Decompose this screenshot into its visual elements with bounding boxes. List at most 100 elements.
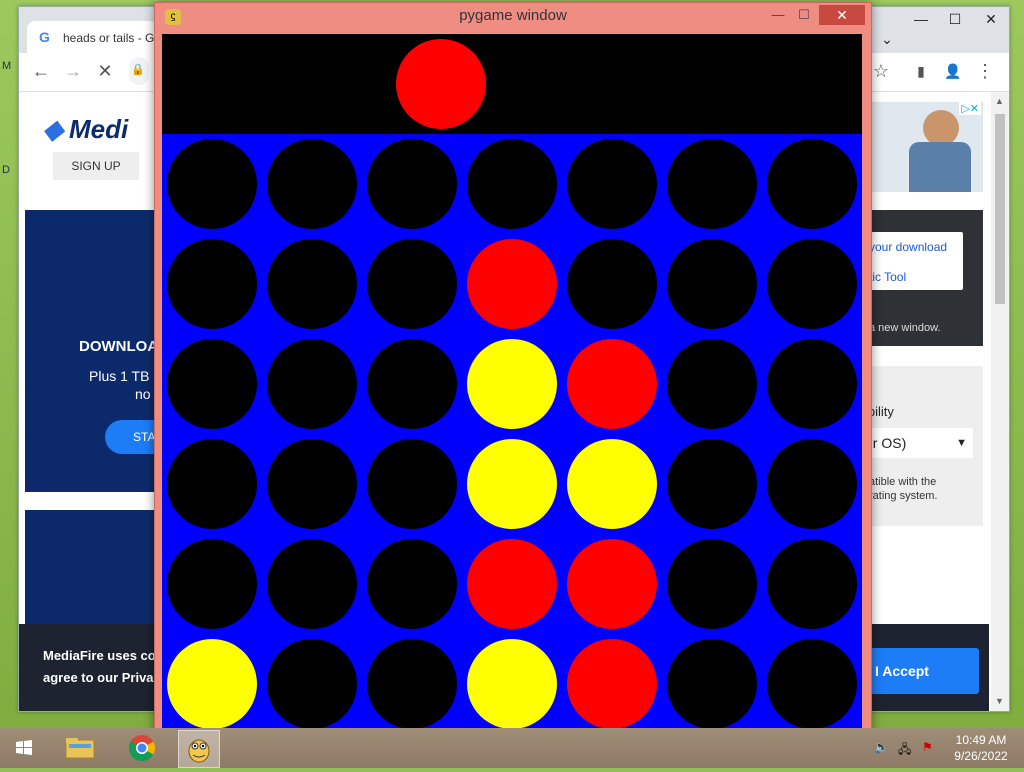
empty-slot: [167, 139, 257, 229]
empty-slot: [767, 139, 857, 229]
folder-icon: [65, 738, 95, 759]
hovering-piece: [396, 39, 486, 129]
browser-menu-icon[interactable]: ⋮: [973, 61, 997, 82]
os-select[interactable]: ur OS) ▼: [859, 428, 973, 458]
browser-maximize-button[interactable]: ☐: [937, 11, 973, 28]
file-explorer-button[interactable]: [60, 730, 100, 766]
empty-slot: [767, 239, 857, 329]
empty-slot: [767, 539, 857, 629]
empty-slot: [267, 139, 357, 229]
network-icon[interactable]: 🖧: [898, 740, 911, 761]
browser-close-button[interactable]: ✕: [973, 11, 1009, 28]
empty-slot: [767, 439, 857, 529]
empty-slot: [267, 239, 357, 329]
yellow-piece: [467, 339, 557, 429]
chevron-down-icon: ▼: [956, 437, 967, 449]
google-icon: G: [39, 29, 50, 45]
empty-slot: [767, 639, 857, 729]
taskbar-clock[interactable]: 10:49 AM 9/26/2022: [946, 732, 1016, 764]
yellow-piece: [467, 439, 557, 529]
sign-up-button[interactable]: SIGN UP: [53, 152, 139, 180]
bookmark-star-icon[interactable]: ☆: [869, 61, 893, 82]
address-bar[interactable]: 🔒: [129, 57, 149, 85]
page-scrollbar[interactable]: ▲ ▼: [991, 92, 1009, 711]
promo-text: Plus 1 TB o: [89, 368, 162, 384]
flag-alert-icon[interactable]: ⚑: [922, 740, 933, 754]
advertisement[interactable]: ▷✕: [871, 102, 983, 192]
forward-button[interactable]: →: [61, 61, 85, 82]
pygame-snake-icon: [188, 739, 210, 763]
mediafire-flame-icon: ◆: [43, 114, 63, 144]
promo-text: no: [135, 386, 151, 402]
chrome-icon: [128, 735, 156, 762]
promo-banner-secondary: [25, 510, 165, 630]
empty-slot: [167, 539, 257, 629]
download-link[interactable]: your download: [869, 240, 947, 254]
back-button[interactable]: ←: [29, 61, 53, 82]
empty-slot: [367, 339, 457, 429]
diagnostic-tool-link[interactable]: tic Tool: [869, 270, 906, 284]
empty-slot: [567, 239, 657, 329]
empty-slot: [767, 339, 857, 429]
empty-slot: [667, 339, 757, 429]
download-panel: your download tic Tool a new window.: [859, 210, 983, 346]
ad-person-image: [923, 110, 959, 146]
ad-person-image: [909, 142, 971, 192]
pygame-taskbar-button[interactable]: [178, 730, 220, 768]
mediafire-logo-text: Medi: [69, 114, 129, 144]
pygame-window: ϛ pygame window — ☐ ✕: [154, 2, 872, 740]
empty-slot: [267, 439, 357, 529]
cookie-text: MediaFire uses coo: [43, 648, 164, 663]
red-piece: [567, 339, 657, 429]
speaker-muted-icon[interactable]: 🔈: [874, 740, 889, 754]
empty-slot: [667, 239, 757, 329]
yellow-piece: [467, 639, 557, 729]
empty-slot: [667, 639, 757, 729]
game-canvas[interactable]: [162, 34, 862, 734]
scrollbar-thumb[interactable]: [995, 114, 1005, 304]
empty-slot: [367, 639, 457, 729]
empty-slot: [167, 239, 257, 329]
red-piece: [467, 239, 557, 329]
connect-four-board[interactable]: [162, 134, 862, 734]
compatibility-note: rating system.: [869, 490, 938, 502]
empty-slot: [167, 439, 257, 529]
taskbar: 🔈 🖧 ⚑ 10:49 AM 9/26/2022: [0, 728, 1024, 768]
empty-slot: [267, 639, 357, 729]
compatibility-note: atible with the: [869, 476, 937, 488]
window-title: pygame window: [459, 7, 567, 24]
desktop-icon-label: D: [2, 164, 10, 176]
empty-slot: [167, 339, 257, 429]
scroll-up-icon[interactable]: ▲: [995, 96, 1004, 106]
browser-tab[interactable]: G heads or tails - Go: [27, 21, 161, 53]
start-button[interactable]: [4, 730, 44, 766]
download-options: your download tic Tool: [859, 232, 963, 290]
cookie-text: agree to our Privac: [43, 670, 161, 685]
empty-slot: [367, 139, 457, 229]
scroll-down-icon[interactable]: ▼: [995, 696, 1004, 706]
red-piece: [467, 539, 557, 629]
ad-choices-icon[interactable]: ▷✕: [959, 102, 981, 115]
empty-slot: [267, 539, 357, 629]
new-window-note: a new window.: [869, 322, 941, 334]
mediafire-logo[interactable]: ◆ Medi: [43, 114, 128, 145]
browser-minimize-button[interactable]: —: [903, 11, 939, 27]
close-button[interactable]: ✕: [819, 5, 865, 25]
empty-slot: [367, 539, 457, 629]
red-piece: [567, 539, 657, 629]
yellow-piece: [167, 639, 257, 729]
empty-slot: [567, 139, 657, 229]
minimize-button[interactable]: —: [765, 7, 791, 22]
chrome-taskbar-button[interactable]: [122, 730, 162, 766]
empty-slot: [367, 439, 457, 529]
red-piece: [567, 639, 657, 729]
reading-list-icon[interactable]: ▮: [909, 63, 933, 80]
profile-icon[interactable]: 👤: [941, 63, 965, 80]
maximize-button[interactable]: ☐: [791, 7, 817, 23]
clock-time: 10:49 AM: [955, 733, 1007, 747]
empty-slot: [667, 539, 757, 629]
stop-loading-button[interactable]: ✕: [93, 61, 117, 82]
empty-slot: [367, 239, 457, 329]
tab-search-icon[interactable]: ⌄: [869, 31, 905, 48]
compatibility-panel: ibility ur OS) ▼ atible with the rating …: [859, 366, 983, 526]
